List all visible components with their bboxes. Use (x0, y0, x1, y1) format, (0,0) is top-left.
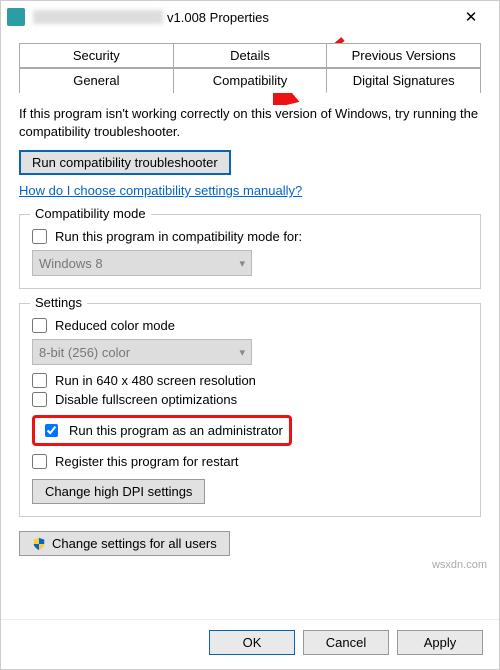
run-compatibility-troubleshooter-button[interactable]: Run compatibility troubleshooter (19, 150, 231, 175)
disable-fullscreen-checkbox[interactable]: Disable fullscreen optimizations (32, 392, 468, 407)
close-button[interactable]: ✕ (449, 1, 493, 33)
register-restart-input[interactable] (32, 454, 47, 469)
apply-button[interactable]: Apply (397, 630, 483, 655)
run-as-admin-label: Run this program as an administrator (69, 423, 283, 438)
tab-general[interactable]: General (19, 68, 174, 93)
tabs: Security Details Previous Versions Gener… (19, 43, 481, 93)
chevron-down-icon: ▾ (239, 346, 245, 359)
titlebar: v1.008 Properties ✕ (1, 1, 499, 33)
tab-previous-versions[interactable]: Previous Versions (327, 43, 481, 68)
change-high-dpi-button[interactable]: Change high DPI settings (32, 479, 205, 504)
group-legend: Settings (30, 295, 87, 310)
chevron-down-icon: ▾ (239, 257, 245, 270)
properties-dialog: v1.008 Properties ✕ Security Details Pre… (0, 0, 500, 670)
tab-security[interactable]: Security (19, 43, 174, 68)
dialog-content: Security Details Previous Versions Gener… (1, 33, 499, 619)
color-depth-value: 8-bit (256) color (39, 345, 130, 360)
reduced-color-input[interactable] (32, 318, 47, 333)
tab-details[interactable]: Details (174, 43, 328, 68)
run-640x480-input[interactable] (32, 373, 47, 388)
run-as-admin-input[interactable] (45, 424, 58, 437)
run-as-admin-highlight: Run this program as an administrator (32, 415, 292, 446)
compat-mode-checkbox-input[interactable] (32, 229, 47, 244)
shield-icon (32, 537, 46, 551)
description-text: If this program isn't working correctly … (19, 105, 481, 140)
compatibility-mode-group: Compatibility mode Run this program in c… (19, 214, 481, 289)
run-640x480-label: Run in 640 x 480 screen resolution (55, 373, 256, 388)
dialog-footer: OK Cancel Apply (1, 619, 499, 669)
change-settings-all-users-button[interactable]: Change settings for all users (19, 531, 230, 556)
tab-compatibility[interactable]: Compatibility (174, 68, 328, 93)
reduced-color-checkbox[interactable]: Reduced color mode (32, 318, 468, 333)
window-title: v1.008 Properties (167, 10, 269, 25)
disable-fullscreen-label: Disable fullscreen optimizations (55, 392, 237, 407)
compat-mode-label: Run this program in compatibility mode f… (55, 229, 302, 244)
app-icon (7, 8, 25, 26)
disable-fullscreen-input[interactable] (32, 392, 47, 407)
compat-mode-checkbox[interactable]: Run this program in compatibility mode f… (32, 229, 468, 244)
cancel-button[interactable]: Cancel (303, 630, 389, 655)
help-link[interactable]: How do I choose compatibility settings m… (19, 183, 302, 198)
register-restart-checkbox[interactable]: Register this program for restart (32, 454, 468, 469)
color-depth-select[interactable]: 8-bit (256) color ▾ (32, 339, 252, 365)
redacted-title (33, 10, 163, 24)
watermark: wsxdn.com (432, 559, 487, 571)
group-legend: Compatibility mode (30, 206, 151, 221)
tab-digital-signatures[interactable]: Digital Signatures (327, 68, 481, 93)
compat-mode-select[interactable]: Windows 8 ▾ (32, 250, 252, 276)
compat-mode-select-value: Windows 8 (39, 256, 103, 271)
reduced-color-label: Reduced color mode (55, 318, 175, 333)
run-640x480-checkbox[interactable]: Run in 640 x 480 screen resolution (32, 373, 468, 388)
change-all-users-label: Change settings for all users (52, 536, 217, 551)
ok-button[interactable]: OK (209, 630, 295, 655)
settings-group: Settings Reduced color mode 8-bit (256) … (19, 303, 481, 517)
register-restart-label: Register this program for restart (55, 454, 239, 469)
